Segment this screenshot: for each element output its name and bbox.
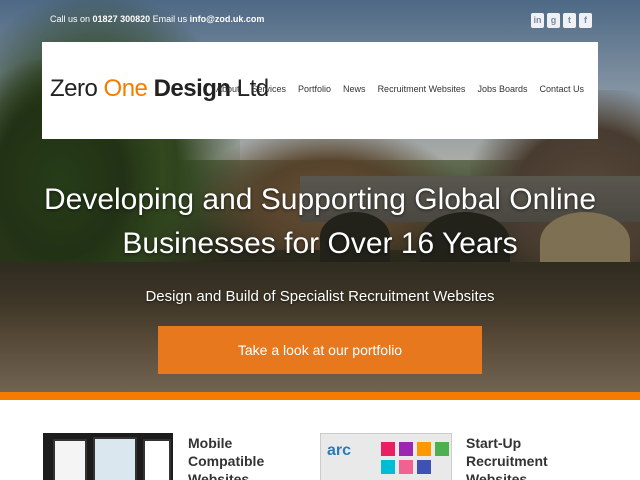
feature-title-mobile[interactable]: Mobile Compatible Websites [188,434,308,480]
feature-title-startup-line1: Start-Up Recruitment [466,435,548,469]
tile-icon [435,442,449,456]
tile-icon [399,442,413,456]
email-label: Email us [152,14,188,24]
feature-title-mobile-line1: Mobile Compatible [188,435,265,469]
hero-subheadline: Design and Build of Specialist Recruitme… [145,288,495,305]
hero-headline-line1: Developing and Supporting Global Online [43,183,597,216]
hero-headline: Developing and Supporting Global Online … [0,178,640,266]
phone-number[interactable]: 01827 300820 [93,14,151,24]
logo-word-one: One [103,75,148,102]
tile-icon [381,442,395,456]
accent-divider [0,392,640,400]
social-links: in g t f [531,13,592,28]
call-label: Call us on [50,14,91,24]
feature-title-startup[interactable]: Start-Up Recruitment Websites [466,434,606,480]
tile-icon [417,442,431,456]
email-link[interactable]: info@zod.uk.com [190,14,265,24]
nav-jobs-boards[interactable]: Jobs Boards [477,84,527,94]
linkedin-icon[interactable]: in [531,13,544,28]
site-header: Zero One Design Ltd About Services Portf… [42,42,598,139]
feature-title-startup-line2: Websites [466,471,528,480]
mobile-websites-image[interactable] [43,433,173,480]
nav-news[interactable]: News [343,84,366,94]
startup-websites-image[interactable]: arc [320,433,452,480]
nav-portfolio[interactable]: Portfolio [298,84,331,94]
facebook-icon[interactable]: f [579,13,592,28]
contact-bar: Call us on 01827 300820 Email us info@zo… [50,14,264,24]
mobile-device-icon [143,439,171,480]
tile-icon [417,460,431,474]
tile-icon [381,460,395,474]
twitter-icon[interactable]: t [563,13,576,28]
nav-about[interactable]: About [216,84,240,94]
portfolio-cta-button[interactable]: Take a look at our portfolio [158,326,482,374]
tablet-device-icon [93,437,137,480]
arc-logo-icon: arc [327,442,352,459]
nav-recruitment-websites[interactable]: Recruitment Websites [378,84,466,94]
logo-word-zero: Zero [50,75,98,102]
google-plus-icon[interactable]: g [547,13,560,28]
main-nav: About Services Portfolio News Recruitmen… [216,84,584,94]
tile-icon [399,460,413,474]
nav-services[interactable]: Services [252,84,287,94]
feature-title-mobile-line2: Websites [188,471,250,480]
hero-headline-line2: Businesses for Over 16 Years [122,227,518,260]
nav-contact-us[interactable]: Contact Us [539,84,584,94]
phone-device-icon [53,439,87,480]
